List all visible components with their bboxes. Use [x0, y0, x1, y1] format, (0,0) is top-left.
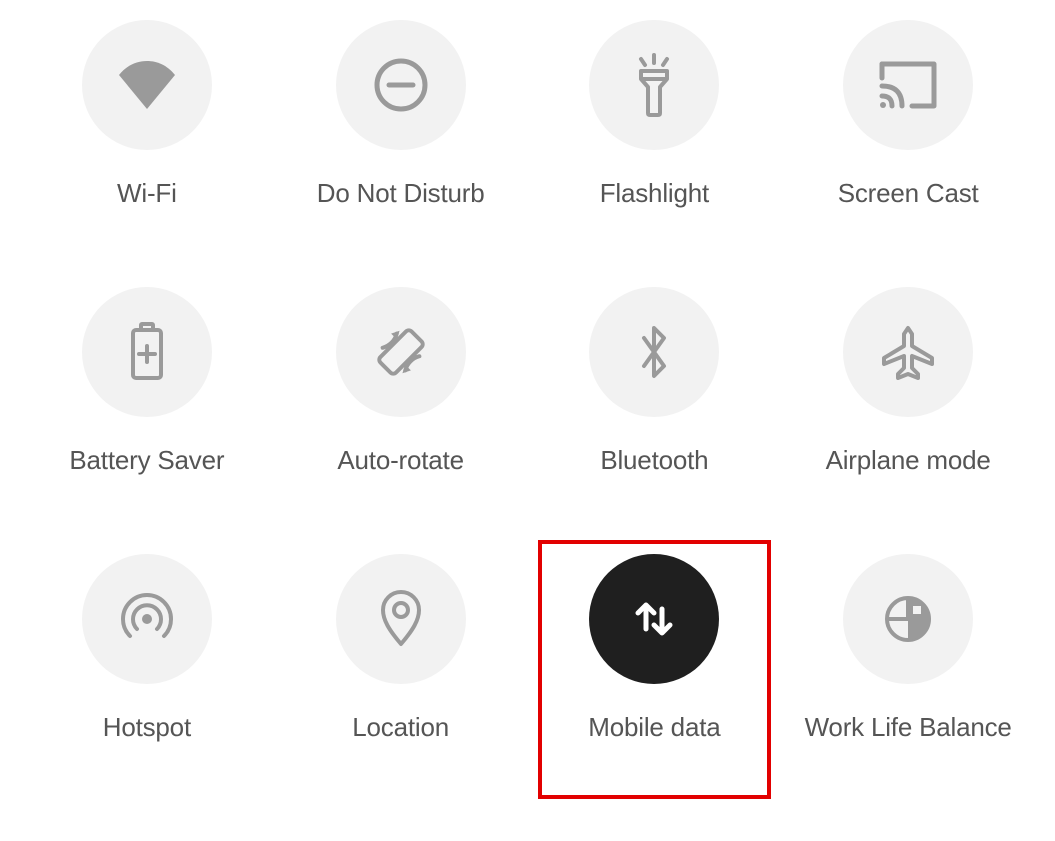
tile-bluetooth[interactable]: Bluetooth [528, 277, 782, 544]
tile-label: Mobile data [588, 712, 720, 743]
tile-label: Screen Cast [838, 178, 979, 209]
tile-label: Location [352, 712, 449, 743]
cast-icon [843, 20, 973, 150]
tile-screen-cast[interactable]: Screen Cast [781, 10, 1035, 277]
tile-mobile-data[interactable]: Mobile data [528, 544, 782, 811]
tile-flashlight[interactable]: Flashlight [528, 10, 782, 277]
tile-airplane[interactable]: Airplane mode [781, 277, 1035, 544]
hotspot-icon [82, 554, 212, 684]
tile-dnd[interactable]: Do Not Disturb [274, 10, 528, 277]
tile-work-life[interactable]: Work Life Balance [781, 544, 1035, 811]
rotate-icon [336, 287, 466, 417]
quick-settings-grid: Wi-Fi Do Not Disturb Flashlight [0, 0, 1055, 841]
bluetooth-icon [589, 287, 719, 417]
airplane-icon [843, 287, 973, 417]
location-icon [336, 554, 466, 684]
tile-label: Bluetooth [600, 445, 708, 476]
tile-label: Auto-rotate [337, 445, 463, 476]
tile-label: Work Life Balance [805, 712, 1012, 743]
worklife-icon [843, 554, 973, 684]
tile-hotspot[interactable]: Hotspot [20, 544, 274, 811]
tile-auto-rotate[interactable]: Auto-rotate [274, 277, 528, 544]
tile-label: Airplane mode [826, 445, 991, 476]
flashlight-icon [589, 20, 719, 150]
data-icon [589, 554, 719, 684]
tile-label: Wi-Fi [117, 178, 177, 209]
tile-label: Battery Saver [69, 445, 224, 476]
battery-icon [82, 287, 212, 417]
tile-battery-saver[interactable]: Battery Saver [20, 277, 274, 544]
tile-location[interactable]: Location [274, 544, 528, 811]
tile-label: Do Not Disturb [317, 178, 485, 209]
tile-label: Flashlight [600, 178, 709, 209]
wifi-icon [82, 20, 212, 150]
tile-label: Hotspot [103, 712, 191, 743]
dnd-icon [336, 20, 466, 150]
tile-wifi[interactable]: Wi-Fi [20, 10, 274, 277]
